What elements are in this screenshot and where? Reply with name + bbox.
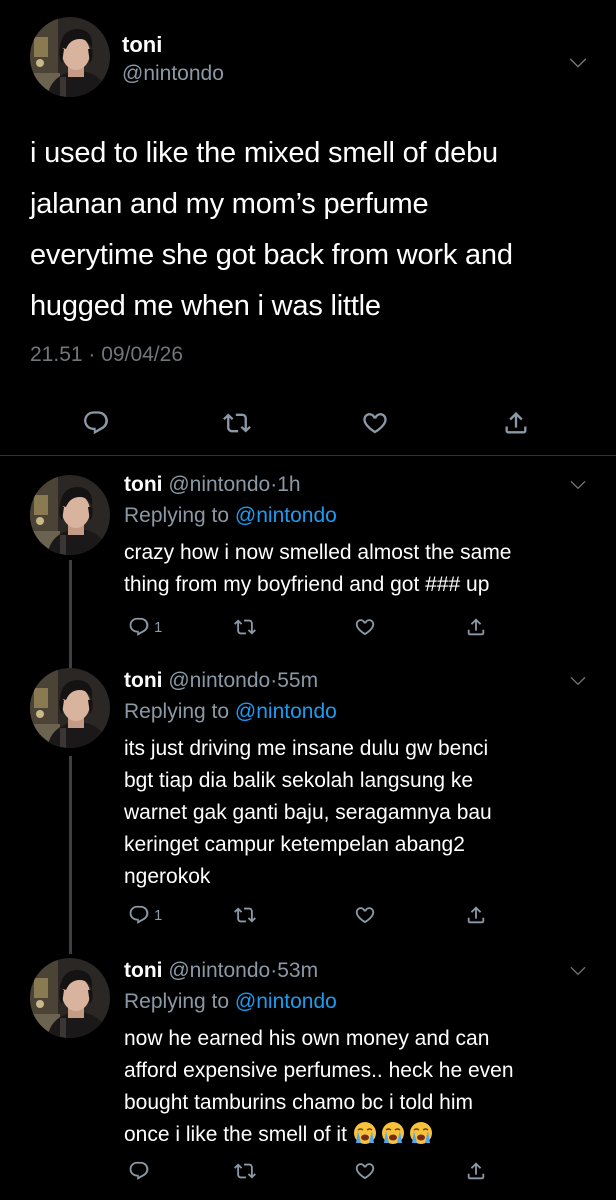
reply-count: 1 xyxy=(154,906,163,924)
reply-icon[interactable]: 1 xyxy=(128,612,162,642)
avatar[interactable] xyxy=(30,668,110,748)
tweet-text-line: hugged me when i was little xyxy=(30,290,381,322)
reply-tweet[interactable]: toni @nintondo·1h Replying to @nintondo … xyxy=(0,470,616,650)
reply-action-bar xyxy=(124,1156,604,1186)
retweet-icon[interactable] xyxy=(234,1156,256,1186)
reply-action-bar: 1 xyxy=(124,612,604,642)
reply-text: now he earned his own money and can affo… xyxy=(124,1023,594,1151)
reply-tweet[interactable]: toni @nintondo·53m Replying to @nintondo… xyxy=(0,956,616,1196)
tweet-thread-page: toni @nintondo i used to like the mixed … xyxy=(0,0,616,1200)
replying-to-label: Replying to xyxy=(124,700,235,723)
user-handle[interactable]: @nintondo xyxy=(168,473,270,496)
replying-to-label: Replying to xyxy=(124,504,235,527)
reply-header: toni @nintondo·53m xyxy=(124,959,318,983)
share-icon[interactable] xyxy=(465,900,487,930)
tweet-text-line: everytime she got back from work and xyxy=(30,239,513,271)
reply-header: toni @nintondo·55m xyxy=(124,669,318,693)
reply-text-line: ngerokok xyxy=(124,865,211,888)
chevron-down-icon[interactable] xyxy=(567,52,589,79)
user-handle[interactable]: @nintondo xyxy=(168,959,270,982)
replying-to-link[interactable]: @nintondo xyxy=(235,990,337,1013)
tweet-timestamp[interactable]: 21.51 · 09/04/26 xyxy=(30,343,183,367)
heart-icon[interactable] xyxy=(354,612,376,642)
loudly-crying-face-icon xyxy=(353,1121,377,1145)
tweet-time: 21.51 xyxy=(30,343,83,366)
retweet-icon[interactable] xyxy=(234,612,256,642)
reply-icon[interactable]: 1 xyxy=(128,900,162,930)
avatar[interactable] xyxy=(30,17,110,97)
display-name[interactable]: toni xyxy=(122,32,162,58)
reply-text: crazy how i now smelled almost the same … xyxy=(124,537,594,601)
reply-count: 1 xyxy=(154,618,163,636)
reply-text-line: bought tamburins chamo bc i told him xyxy=(124,1091,474,1114)
reply-text-line: now he earned his own money and can xyxy=(124,1027,490,1050)
avatar[interactable] xyxy=(30,475,110,555)
reply-text-fragment: once i like the smell of it xyxy=(124,1123,347,1146)
tweet-text-line: jalanan and my mom’s perfume xyxy=(30,188,429,220)
tweet-text: i used to like the mixed smell of debu j… xyxy=(30,128,600,332)
replying-to: Replying to @nintondo xyxy=(124,504,337,528)
reply-icon[interactable] xyxy=(76,403,116,443)
tweet-text-line: i used to like the mixed smell of debu xyxy=(30,137,498,169)
reply-time[interactable]: 53m xyxy=(277,959,318,982)
avatar[interactable] xyxy=(30,958,110,1038)
reply-text-line: bgt tiap dia balik sekolah langsung ke xyxy=(124,769,474,792)
chevron-down-icon[interactable] xyxy=(568,475,588,500)
heart-icon[interactable] xyxy=(354,900,376,930)
reply-text-line: its just driving me insane dulu gw benci xyxy=(124,737,489,760)
user-handle[interactable]: @nintondo xyxy=(122,62,224,86)
display-name[interactable]: toni xyxy=(124,669,162,692)
chevron-down-icon[interactable] xyxy=(568,961,588,986)
reply-text: its just driving me insane dulu gw benci… xyxy=(124,733,594,893)
retweet-icon[interactable] xyxy=(234,900,256,930)
reply-text-line-with-emoji: once i like the smell of it xyxy=(124,1119,594,1151)
reply-text-line: crazy how i now smelled almost the same xyxy=(124,541,512,564)
reply-text-line: keringet campur ketempelan abang2 xyxy=(124,833,465,856)
share-icon[interactable] xyxy=(465,1156,487,1186)
replying-to-label: Replying to xyxy=(124,990,235,1013)
reply-header: toni @nintondo·1h xyxy=(124,473,301,497)
loudly-crying-face-icon xyxy=(409,1121,433,1145)
replying-to: Replying to @nintondo xyxy=(124,700,337,724)
reply-tweet[interactable]: toni @nintondo·55m Replying to @nintondo… xyxy=(0,666,616,936)
reply-time[interactable]: 1h xyxy=(277,473,300,496)
chevron-down-icon[interactable] xyxy=(568,671,588,696)
main-tweet[interactable]: toni @nintondo i used to like the mixed … xyxy=(0,0,616,455)
reply-icon[interactable] xyxy=(128,1156,150,1186)
replying-to-link[interactable]: @nintondo xyxy=(235,700,337,723)
heart-icon[interactable] xyxy=(355,403,395,443)
replying-to: Replying to @nintondo xyxy=(124,990,337,1014)
replying-to-link[interactable]: @nintondo xyxy=(235,504,337,527)
display-name[interactable]: toni xyxy=(124,959,162,982)
meta-separator: · xyxy=(88,343,96,366)
reply-action-bar: 1 xyxy=(124,900,604,930)
share-icon[interactable] xyxy=(496,403,536,443)
reply-text-line: afford expensive perfumes.. heck he even xyxy=(124,1059,514,1082)
display-name[interactable]: toni xyxy=(124,473,162,496)
reply-time[interactable]: 55m xyxy=(277,669,318,692)
tweet-date: 09/04/26 xyxy=(101,343,183,366)
retweet-icon[interactable] xyxy=(217,403,257,443)
divider xyxy=(0,455,616,456)
reply-text-line: thing from my boyfriend and got ### up xyxy=(124,573,490,596)
share-icon[interactable] xyxy=(465,612,487,642)
tweet-action-bar xyxy=(0,403,616,443)
user-handle[interactable]: @nintondo xyxy=(168,669,270,692)
loudly-crying-face-icon xyxy=(381,1121,405,1145)
reply-text-line: warnet gak ganti baju, seragamnya bau xyxy=(124,801,492,824)
heart-icon[interactable] xyxy=(354,1156,376,1186)
